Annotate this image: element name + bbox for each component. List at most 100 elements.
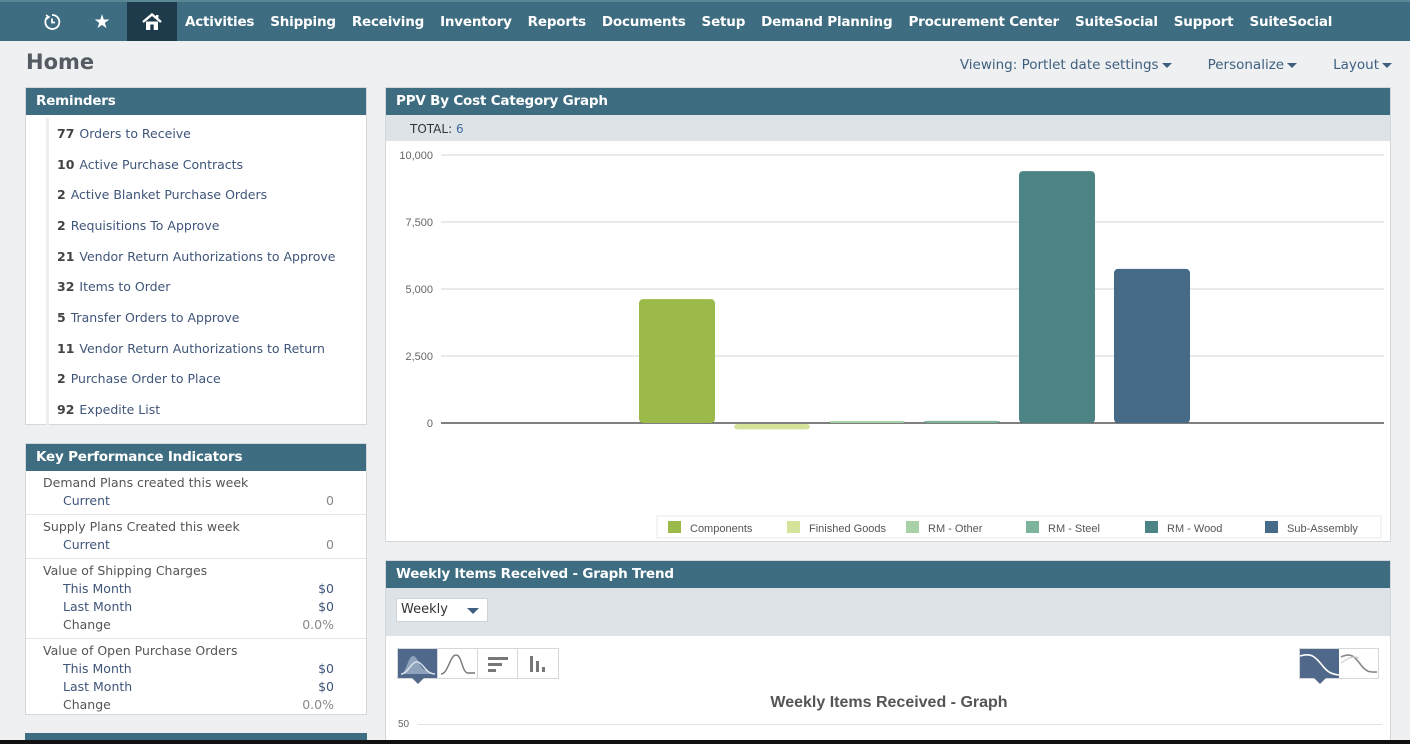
- column-chart-button[interactable]: [518, 649, 558, 678]
- legend-swatch[interactable]: [1145, 521, 1158, 533]
- weekly-y-tick: 50: [398, 719, 410, 730]
- bar-sub-assembly[interactable]: [1114, 268, 1190, 423]
- nav-receiving[interactable]: Receiving: [344, 14, 432, 30]
- viewing-label: Viewing: Portlet date settings: [959, 57, 1159, 73]
- nav-activities[interactable]: Activities: [177, 14, 262, 30]
- legend-label[interactable]: Finished Goods: [809, 523, 887, 535]
- kpi-label[interactable]: Current: [43, 537, 110, 555]
- reminder-link[interactable]: Transfer Orders to Approve: [71, 310, 240, 325]
- reminder-link[interactable]: Purchase Order to Place: [71, 371, 221, 386]
- recent-icon: [44, 13, 61, 30]
- kpi-row: Current 0: [43, 537, 334, 555]
- kpi-label[interactable]: Current: [43, 493, 110, 511]
- legend-label[interactable]: RM - Other: [928, 523, 983, 535]
- ppv-title: PPV By Cost Category Graph: [386, 88, 1390, 115]
- star-icon: ★: [93, 10, 111, 33]
- reminder-item[interactable]: 2 Purchase Order to Place: [46, 363, 366, 395]
- nav-shipping[interactable]: Shipping: [262, 14, 344, 30]
- legend-swatch[interactable]: [787, 521, 800, 533]
- trend-line-icon: [1340, 654, 1378, 673]
- legend-label[interactable]: Sub-Assembly: [1287, 523, 1358, 535]
- reminder-link[interactable]: Requisitions To Approve: [71, 218, 220, 233]
- reminder-item[interactable]: 2 Requisitions To Approve: [46, 210, 366, 241]
- kpi-label[interactable]: This Month: [43, 581, 132, 599]
- total-value[interactable]: 6: [456, 122, 464, 136]
- kpi-portlet: Key Performance Indicators Demand Plans …: [25, 443, 367, 715]
- nav-documents[interactable]: Documents: [594, 14, 694, 30]
- line-chart-button[interactable]: [438, 649, 478, 678]
- kpi-row: This Month $0: [43, 581, 334, 599]
- kpi-row: Current 0: [43, 493, 334, 511]
- legend-swatch[interactable]: [1026, 521, 1039, 533]
- chart-type-switcher: [397, 648, 559, 684]
- page-title: Home: [26, 50, 95, 74]
- reminder-link[interactable]: Orders to Receive: [79, 126, 190, 141]
- recent-records-button[interactable]: [27, 2, 77, 41]
- trend-filled-button[interactable]: [1300, 649, 1339, 684]
- reminder-count: 92: [57, 402, 75, 418]
- kpi-group-title: Value of Shipping Charges: [43, 563, 208, 578]
- nav-setup[interactable]: Setup: [694, 14, 754, 30]
- reminder-link[interactable]: Vendor Return Authorizations to Return: [79, 341, 325, 356]
- nav-reports[interactable]: Reports: [520, 14, 594, 30]
- legend-label[interactable]: RM - Wood: [1167, 523, 1222, 535]
- legend-swatch[interactable]: [1265, 521, 1278, 533]
- kpi-label[interactable]: Last Month: [43, 599, 132, 617]
- reminder-item[interactable]: 5 Transfer Orders to Approve: [46, 302, 366, 333]
- area-chart-icon: [400, 655, 435, 675]
- reminders-title: Reminders: [26, 88, 366, 115]
- legend-swatch[interactable]: [668, 521, 681, 533]
- reminder-link[interactable]: Active Blanket Purchase Orders: [71, 187, 267, 202]
- reminder-count: 2: [57, 217, 66, 233]
- reminder-link[interactable]: Active Purchase Contracts: [79, 157, 243, 172]
- kpi-label[interactable]: Last Month: [43, 679, 132, 697]
- reminders-list: 77 Orders to Receive 10 Active Purchase Con…: [26, 115, 366, 425]
- reminder-item[interactable]: 92 Expedite List: [46, 394, 366, 425]
- viewing-settings-dropdown[interactable]: Viewing: Portlet date settings: [960, 57, 1172, 73]
- reminder-link[interactable]: Expedite List: [79, 402, 160, 417]
- reminder-item[interactable]: 2 Active Blanket Purchase Orders: [46, 179, 366, 211]
- bar-components[interactable]: [639, 299, 715, 423]
- kpi-value: $0: [318, 679, 334, 694]
- legend-label[interactable]: RM - Steel: [1048, 523, 1100, 535]
- bar-rm-other[interactable]: [829, 421, 905, 423]
- nav-demand-planning[interactable]: Demand Planning: [753, 14, 900, 30]
- home-icon: [142, 12, 162, 30]
- nav-suitesocial-2[interactable]: SuiteSocial: [1241, 14, 1340, 30]
- legend-swatch[interactable]: [906, 521, 919, 533]
- nav-suitesocial[interactable]: SuiteSocial: [1067, 14, 1166, 30]
- horizontal-bar-icon: [487, 656, 508, 672]
- favorites-button[interactable]: ★: [77, 2, 127, 41]
- kpi-value: $0: [318, 581, 334, 596]
- trend-line-button[interactable]: [1339, 649, 1378, 678]
- period-select[interactable]: Weekly: [396, 598, 488, 622]
- kpi-label[interactable]: This Month: [43, 661, 132, 679]
- nav-procurement-center[interactable]: Procurement Center: [900, 14, 1067, 30]
- nav-inventory[interactable]: Inventory: [432, 14, 520, 30]
- reminder-item[interactable]: 32 Items to Order: [46, 271, 366, 303]
- personalize-dropdown[interactable]: Personalize: [1208, 57, 1298, 73]
- reminder-link[interactable]: Items to Order: [79, 279, 170, 294]
- reminder-item[interactable]: 77 Orders to Receive: [46, 118, 366, 149]
- reminder-item[interactable]: 10 Active Purchase Contracts: [46, 148, 366, 180]
- header-actions: Viewing: Portlet date settings Personali…: [960, 57, 1392, 73]
- kpi-value: 0: [326, 493, 334, 508]
- home-button[interactable]: [127, 2, 177, 41]
- horizontal-bar-button[interactable]: [478, 649, 518, 678]
- bar-rm-steel[interactable]: [924, 420, 1000, 423]
- bar-rm-wood[interactable]: [1019, 171, 1095, 423]
- layout-label: Layout: [1333, 57, 1379, 73]
- legend-label[interactable]: Components: [690, 523, 753, 535]
- kpi-row: Last Month $0: [43, 679, 334, 697]
- area-chart-button[interactable]: [398, 649, 438, 684]
- kpi-title: Key Performance Indicators: [26, 444, 366, 471]
- reminder-item[interactable]: 11 Vendor Return Authorizations to Return: [46, 332, 366, 364]
- reminder-link[interactable]: Vendor Return Authorizations to Approve: [79, 249, 335, 264]
- layout-dropdown[interactable]: Layout: [1333, 57, 1392, 73]
- kpi-row: Change 0.0%: [43, 617, 334, 635]
- trend-mode-switcher: [1299, 648, 1379, 684]
- kpi-group-title: Supply Plans Created this week: [43, 519, 240, 534]
- reminder-item[interactable]: 21 Vendor Return Authorizations to Approv…: [46, 240, 366, 272]
- nav-support[interactable]: Support: [1166, 14, 1242, 30]
- bar-finished-goods[interactable]: [734, 424, 810, 430]
